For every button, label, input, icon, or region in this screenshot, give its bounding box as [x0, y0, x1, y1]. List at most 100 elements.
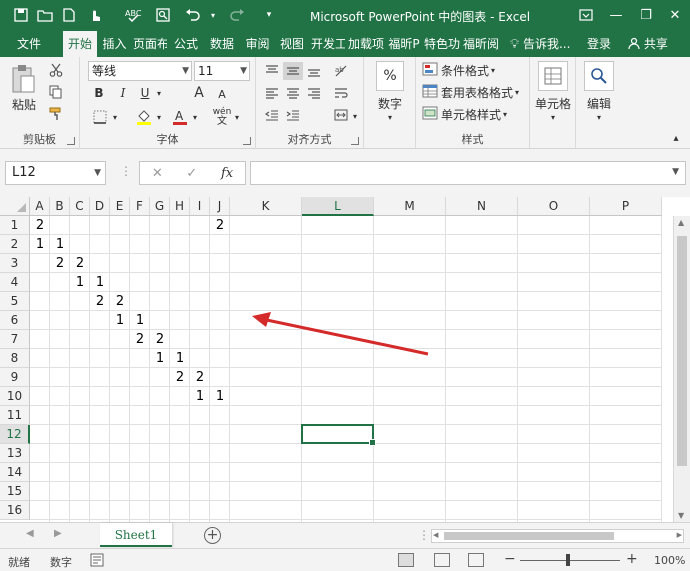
share-button[interactable]: 共享	[628, 31, 668, 57]
cell-i9[interactable]: 2	[190, 368, 210, 387]
touch-mode-icon[interactable]	[84, 4, 106, 26]
column-header-a[interactable]: A	[30, 197, 50, 216]
font-color-icon[interactable]: A	[170, 107, 190, 127]
fill-color-icon[interactable]	[134, 107, 154, 127]
column-header-d[interactable]: D	[90, 197, 110, 216]
editing-button[interactable]: 编辑	[576, 95, 622, 111]
cell-a1[interactable]: 2	[30, 216, 50, 235]
column-header-n[interactable]: N	[446, 197, 518, 216]
borders-dropdown-icon[interactable]: ▾	[110, 108, 120, 126]
tab-file[interactable]: 文件	[6, 31, 52, 57]
row-header-9[interactable]: 9	[0, 368, 30, 387]
cell-e5[interactable]: 2	[110, 292, 130, 311]
number-format-button[interactable]: 数字	[366, 95, 414, 111]
number-dropdown-icon[interactable]: ▾	[384, 111, 396, 123]
macro-record-icon[interactable]	[90, 553, 104, 570]
row-header-13[interactable]: 13	[0, 444, 30, 463]
paste-label[interactable]: 粘贴	[6, 97, 42, 112]
row-header-14[interactable]: 14	[0, 463, 30, 482]
horizontal-scroll-thumb[interactable]	[444, 532, 614, 540]
select-all-button[interactable]	[0, 197, 30, 216]
confirm-entry-button[interactable]: ✓	[186, 166, 197, 181]
cell-j10[interactable]: 1	[210, 387, 230, 406]
column-header-e[interactable]: E	[110, 197, 130, 216]
column-header-h[interactable]: H	[170, 197, 190, 216]
row-header-4[interactable]: 4	[0, 273, 30, 292]
insert-function-button[interactable]: fx	[221, 166, 233, 181]
zoom-slider-thumb[interactable]	[566, 554, 570, 566]
font-name-combo[interactable]: 等线 ▼	[88, 61, 192, 81]
new-file-icon[interactable]	[58, 4, 80, 26]
zoom-in-button[interactable]: +	[626, 551, 638, 567]
tab-add-ins[interactable]: 加载项	[348, 31, 384, 57]
align-center-icon[interactable]	[283, 84, 303, 102]
cell-styles-button[interactable]: 单元格样式 ▾	[422, 106, 507, 123]
column-header-j[interactable]: J	[210, 197, 230, 216]
scroll-left-icon[interactable]: ◀	[433, 531, 438, 539]
cell-f6[interactable]: 1	[130, 311, 150, 330]
increase-indent-icon[interactable]	[283, 106, 303, 124]
normal-view-icon[interactable]	[398, 553, 414, 567]
zoom-out-button[interactable]: −	[504, 551, 516, 567]
column-header-l[interactable]: L	[302, 197, 374, 216]
page-break-view-icon[interactable]	[468, 553, 484, 567]
clipboard-dialog-launcher[interactable]	[67, 137, 75, 145]
cell-d4[interactable]: 1	[90, 273, 110, 292]
more-options-icon[interactable]: ⋮	[120, 164, 132, 178]
row-header-15[interactable]: 15	[0, 482, 30, 501]
row-header-2[interactable]: 2	[0, 235, 30, 254]
align-middle-icon[interactable]	[283, 62, 303, 80]
tab-foxit-reader[interactable]: 福昕阅	[463, 31, 499, 57]
fill-color-dropdown-icon[interactable]: ▾	[154, 108, 164, 126]
cell-h9[interactable]: 2	[170, 368, 190, 387]
row-header-6[interactable]: 6	[0, 311, 30, 330]
restore-button[interactable]: ❐	[635, 4, 657, 26]
tab-formulas[interactable]: 公式	[170, 31, 202, 57]
align-left-icon[interactable]	[262, 84, 282, 102]
cell-g8[interactable]: 1	[150, 349, 170, 368]
phonetic-guide-button[interactable]: wén 文	[210, 107, 234, 127]
underline-dropdown-icon[interactable]: ▾	[154, 84, 164, 102]
tab-home[interactable]: 开始	[63, 31, 97, 57]
row-header-5[interactable]: 5	[0, 292, 30, 311]
zoom-level[interactable]: 100%	[654, 554, 685, 567]
zoom-slider[interactable]	[520, 560, 620, 561]
scroll-right-icon[interactable]: ▶	[677, 531, 682, 539]
column-header-b[interactable]: B	[50, 197, 70, 216]
merge-dropdown-icon[interactable]: ▾	[350, 107, 360, 125]
copy-icon[interactable]	[46, 83, 66, 101]
tab-featured[interactable]: 特色功	[424, 31, 460, 57]
tell-me-box[interactable]: 💡︎ 告诉我...	[510, 31, 570, 57]
merge-center-icon[interactable]	[331, 106, 351, 124]
wrap-text-icon[interactable]	[331, 84, 351, 102]
cell-c3[interactable]: 2	[70, 254, 90, 273]
print-preview-icon[interactable]	[152, 4, 174, 26]
grow-font-button[interactable]: A	[190, 84, 208, 102]
font-dialog-launcher[interactable]	[243, 137, 251, 145]
align-bottom-icon[interactable]	[304, 62, 324, 80]
bold-button[interactable]: B	[90, 84, 108, 102]
paste-icon[interactable]	[8, 63, 38, 95]
phonetic-dropdown-icon[interactable]: ▾	[232, 108, 242, 126]
tab-page-layout[interactable]: 页面布	[133, 31, 167, 57]
row-header-10[interactable]: 10	[0, 387, 30, 406]
find-icon[interactable]	[584, 61, 614, 91]
row-header-11[interactable]: 11	[0, 406, 30, 425]
undo-icon[interactable]	[182, 4, 204, 26]
tab-foxit-pdf[interactable]: 福昕P	[387, 31, 421, 57]
name-box[interactable]: L12 ▼	[5, 161, 106, 185]
cells-dropdown-icon[interactable]: ▾	[547, 111, 559, 123]
cells-button[interactable]: 单元格	[530, 95, 576, 111]
row-header-3[interactable]: 3	[0, 254, 30, 273]
cells-icon[interactable]	[538, 61, 568, 91]
align-right-icon[interactable]	[304, 84, 324, 102]
font-size-combo[interactable]: 11 ▼	[194, 61, 250, 81]
cell-i10[interactable]: 1	[190, 387, 210, 406]
column-header-c[interactable]: C	[70, 197, 90, 216]
cell-f7[interactable]: 2	[130, 330, 150, 349]
cell-j1[interactable]: 2	[210, 216, 230, 235]
horizontal-scrollbar[interactable]: ◀ ▶	[431, 529, 684, 543]
new-sheet-button[interactable]: +	[204, 527, 221, 544]
tab-developer[interactable]: 开发工	[311, 31, 345, 57]
column-header-m[interactable]: M	[374, 197, 446, 216]
